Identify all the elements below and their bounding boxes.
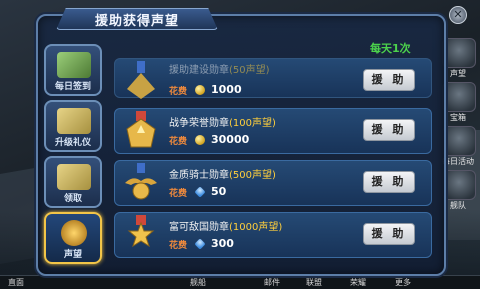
cost-value: 30000 [211,133,250,146]
diamond-icon [194,186,206,198]
hud-reputation-icon[interactable] [442,38,476,68]
medal-icon [61,220,87,246]
cost-value: 300 [211,237,234,250]
tab-label: 领取 [63,194,82,204]
daily-limit-label: 每天1次 [370,42,411,55]
bottom-nav-item[interactable]: 直面 [8,277,24,288]
hud-daily-icon[interactable] [442,126,476,156]
cost-label: 花费 [169,189,188,199]
assist-button[interactable]: 援 助 [363,171,415,193]
bottom-nav-item[interactable]: 更多 [395,277,411,288]
gold-coin-icon [195,85,205,95]
medal-icon [125,163,157,200]
tab-daily-signin[interactable]: 每日签到 [44,44,102,96]
diamond-icon [194,238,206,250]
money-stack-icon [57,52,91,78]
bottom-nav-item[interactable]: 荣耀 [350,277,366,288]
medal-name: 援助建设勋章(50声望) [169,65,270,76]
bottom-nav-item[interactable]: 舰船 [190,277,206,288]
medal-icon [127,61,155,99]
tab-reputation[interactable]: 声望 [44,212,102,264]
bottom-nav-item[interactable]: 邮件 [264,277,280,288]
tab-label: 每日签到 [54,82,91,92]
tab-label: 声望 [63,250,82,260]
tab-claim[interactable]: 领取 [44,156,102,208]
dialog-title: 援助获得声望 [56,8,218,30]
close-icon[interactable]: ✕ [449,6,467,24]
category-tabs: 每日签到 升级礼仪 领取 声望 [44,44,108,264]
bottom-nav-bar: 直面 舰船 邮件 联盟 荣耀 更多 [0,275,480,289]
hud-chest-icon[interactable] [442,82,476,112]
assist-button[interactable]: 援 助 [363,223,415,245]
cost-value: 1000 [211,83,242,96]
cost-label: 花费 [169,241,188,251]
cost-value: 50 [211,185,227,198]
assist-button[interactable]: 援 助 [363,119,415,141]
assist-button[interactable]: 援 助 [363,69,415,91]
list-item: 援助建设勋章(50声望) 花费 1000 援 助 [114,58,432,99]
hud-fleet-icon[interactable] [442,170,476,200]
medal-name: 富可敌国勋章(1000声望) [169,222,283,233]
cost-label: 花费 [169,137,188,147]
tab-upgrade-gift[interactable]: 升级礼仪 [44,100,102,152]
medal-icon [127,215,155,248]
list-item: 富可敌国勋章(1000声望) 花费 300 援 助 [114,212,432,258]
gold-coin-icon [195,135,205,145]
medal-name: 金质骑士勋章(500声望) [169,170,276,181]
list-item: 金质骑士勋章(500声望) 花费 50 援 助 [114,160,432,206]
medal-name: 战争荣誉勋章(100声望) [169,118,276,129]
cost-label: 花费 [169,87,188,97]
bottom-nav-item[interactable]: 联盟 [306,277,322,288]
cash-bundle-icon [57,164,91,190]
medal-icon [126,111,156,148]
list-item: 战争荣誉勋章(100声望) 花费 30000 援 助 [114,108,432,154]
gift-icon [57,108,91,134]
tab-label: 升级礼仪 [54,138,91,148]
